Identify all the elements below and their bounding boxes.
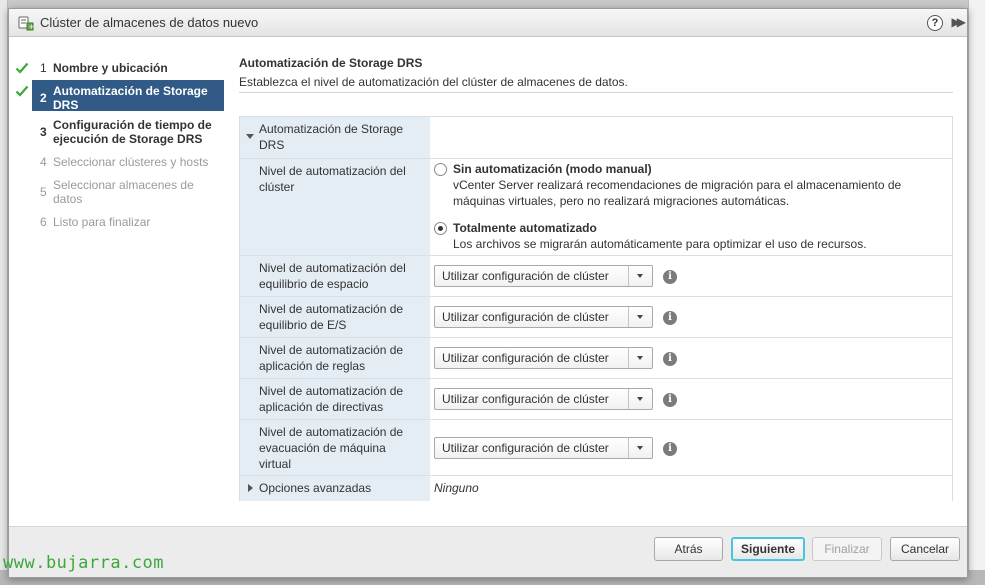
radio-manual-mode[interactable]	[434, 163, 447, 176]
select-value: Utilizar configuración de clúster	[442, 351, 609, 365]
row-label: Nivel de automatización del clúster	[240, 158, 430, 255]
chevron-down-icon[interactable]	[628, 438, 652, 458]
select-value: Utilizar configuración de clúster	[442, 392, 609, 406]
step-label: Seleccionar clústeres y hosts	[53, 155, 209, 169]
row-value: Utilizar configuración de clúster i	[430, 379, 952, 419]
vm-evacuation-row: Nivel de automatización de evacuación de…	[240, 420, 952, 476]
info-icon[interactable]: i	[663, 393, 677, 407]
background-app-right	[968, 0, 985, 585]
row-value: Utilizar configuración de clúster i	[430, 338, 952, 378]
expand-arrow-icon[interactable]	[248, 484, 253, 492]
section-header[interactable]: Automatización de Storage DRS	[240, 117, 430, 158]
collapse-arrow-icon[interactable]	[246, 134, 254, 139]
dialog-titlebar: + Clúster de almacenes de datos nuevo ? …	[9, 9, 967, 37]
row-label: Nivel de automatización de evacuación de…	[240, 420, 430, 475]
cancel-button[interactable]: Cancelar	[890, 537, 960, 561]
checkmark-icon	[15, 62, 29, 74]
info-icon[interactable]: i	[663, 270, 677, 284]
row-label: Nivel de automatización del equilibrio d…	[240, 256, 430, 296]
row-label: Nivel de automatización de aplicación de…	[240, 338, 430, 378]
rule-enforcement-label: Nivel de automatización de aplicación de…	[259, 343, 404, 373]
policy-enforcement-label: Nivel de automatización de aplicación de…	[259, 384, 404, 414]
select-value: Utilizar configuración de clúster	[442, 269, 609, 283]
cluster-automation-row: Nivel de automatización del clúster Sin …	[240, 158, 952, 256]
info-icon[interactable]: i	[663, 442, 677, 456]
row-value: Utilizar configuración de clúster i	[430, 297, 952, 337]
wizard-steps: 1 Nombre y ubicación 2 Automatización de…	[9, 38, 228, 526]
watermark: www.bujarra.com	[3, 553, 165, 573]
option-automated-desc: Los archivos se migrarán automáticamente…	[453, 237, 867, 251]
option-manual-title: Sin automatización (modo manual)	[453, 162, 652, 176]
step-number: 2	[40, 91, 47, 105]
section-header-value	[430, 117, 952, 158]
row-value: Ninguno	[430, 476, 952, 501]
policy-enforcement-row: Nivel de automatización de aplicación de…	[240, 379, 952, 420]
back-button[interactable]: Atrás	[654, 537, 723, 561]
select-value: Utilizar configuración de clúster	[442, 441, 609, 455]
row-label: Nivel de automatización de aplicación de…	[240, 379, 430, 419]
advanced-options-value: Ninguno	[434, 481, 479, 495]
space-balance-label: Nivel de automatización del equilibrio d…	[259, 261, 406, 291]
step-label: Nombre y ubicación	[53, 61, 168, 75]
wizard-content: Automatización de Storage DRS Establezca…	[228, 38, 967, 526]
select-value: Utilizar configuración de clúster	[442, 310, 609, 324]
help-icon[interactable]: ?	[927, 15, 943, 31]
radio-fully-automated[interactable]	[434, 222, 447, 235]
cluster-automation-label: Nivel de automatización del clúster	[259, 164, 406, 194]
io-balance-label: Nivel de automatización de equilibrio de…	[259, 302, 404, 332]
section-header-row: Automatización de Storage DRS	[240, 117, 952, 158]
space-balance-row: Nivel de automatización del equilibrio d…	[240, 256, 952, 297]
chevron-down-icon[interactable]	[628, 307, 652, 327]
new-datastore-cluster-dialog: + Clúster de almacenes de datos nuevo ? …	[8, 8, 968, 578]
next-button[interactable]: Siguiente	[731, 537, 805, 561]
step-label: Automatización de Storage DRS	[53, 84, 208, 112]
advanced-options-row: Opciones avanzadas Ninguno	[240, 476, 952, 501]
step-number: 6	[40, 215, 47, 229]
advanced-options-header[interactable]: Opciones avanzadas	[240, 476, 430, 501]
vm-evacuation-select[interactable]: Utilizar configuración de clúster	[434, 437, 653, 459]
chevron-down-icon[interactable]	[628, 348, 652, 368]
rule-enforcement-select[interactable]: Utilizar configuración de clúster	[434, 347, 653, 369]
io-balance-select[interactable]: Utilizar configuración de clúster	[434, 306, 653, 328]
section-title: Automatización de Storage DRS	[259, 122, 404, 152]
io-balance-row: Nivel de automatización de equilibrio de…	[240, 297, 952, 338]
option-automated-title: Totalmente automatizado	[453, 221, 597, 235]
step-label: Seleccionar almacenes de datos	[53, 178, 194, 206]
row-value: Utilizar configuración de clúster i	[430, 256, 952, 296]
divider	[239, 92, 953, 93]
info-icon[interactable]: i	[663, 311, 677, 325]
step-number: 5	[40, 185, 47, 199]
vm-evacuation-label: Nivel de automatización de evacuación de…	[259, 425, 404, 471]
settings-grid: Automatización de Storage DRS Nivel de a…	[239, 116, 953, 501]
dialog-title: Clúster de almacenes de datos nuevo	[40, 15, 259, 30]
space-balance-select[interactable]: Utilizar configuración de clúster	[434, 265, 653, 287]
page-title: Automatización de Storage DRS	[239, 56, 423, 70]
info-icon[interactable]: i	[663, 352, 677, 366]
row-value: Utilizar configuración de clúster i	[430, 420, 952, 475]
page-subtitle: Establezca el nivel de automatización de…	[239, 75, 628, 89]
row-label: Nivel de automatización de equilibrio de…	[240, 297, 430, 337]
step-label: Configuración de tiempo de ejecución de …	[53, 118, 212, 146]
step-number: 3	[40, 125, 47, 139]
checkmark-icon	[15, 85, 29, 97]
option-manual-desc: vCenter Server realizará recomendaciones…	[453, 178, 902, 208]
svg-text:+: +	[29, 23, 35, 31]
policy-enforcement-select[interactable]: Utilizar configuración de clúster	[434, 388, 653, 410]
advanced-options-label: Opciones avanzadas	[259, 481, 372, 495]
expand-icon[interactable]: ▶▶	[952, 15, 967, 29]
cluster-automation-options: Sin automatización (modo manual) vCenter…	[430, 158, 952, 255]
finish-button: Finalizar	[812, 537, 882, 561]
rule-enforcement-row: Nivel de automatización de aplicación de…	[240, 338, 952, 379]
step-label: Listo para finalizar	[53, 215, 151, 229]
chevron-down-icon[interactable]	[628, 389, 652, 409]
datastore-cluster-icon: +	[18, 16, 35, 31]
background-app-left	[0, 0, 8, 585]
step-number: 4	[40, 155, 47, 169]
step-number: 1	[40, 61, 47, 75]
chevron-down-icon[interactable]	[628, 266, 652, 286]
